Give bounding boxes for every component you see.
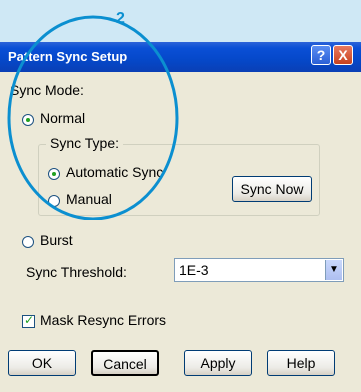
apply-button[interactable]: Apply	[184, 350, 252, 376]
sync-threshold-value: 1E-3	[179, 262, 209, 278]
mask-resync-checkbox[interactable]	[22, 313, 35, 328]
help-title-button[interactable]: ?	[311, 45, 331, 65]
help-button[interactable]: Help	[267, 350, 335, 376]
burst-radio[interactable]	[22, 236, 34, 248]
burst-label[interactable]: Burst	[40, 232, 73, 248]
close-icon: X	[338, 47, 348, 63]
sync-now-button[interactable]: Sync Now	[232, 176, 312, 202]
question-icon: ?	[316, 47, 326, 63]
annotation-circle	[7, 15, 179, 220]
ok-button[interactable]: OK	[8, 350, 76, 376]
annotation-step-number: 2	[116, 10, 125, 27]
mask-resync-label[interactable]: Mask Resync Errors	[40, 312, 166, 328]
sync-threshold-label: Sync Threshold:	[26, 264, 127, 280]
close-button[interactable]: X	[333, 45, 353, 65]
chevron-down-icon[interactable]: ▼	[325, 260, 342, 280]
sync-threshold-select[interactable]: 1E-3 ▼	[174, 258, 344, 282]
cancel-button[interactable]: Cancel	[91, 350, 159, 376]
